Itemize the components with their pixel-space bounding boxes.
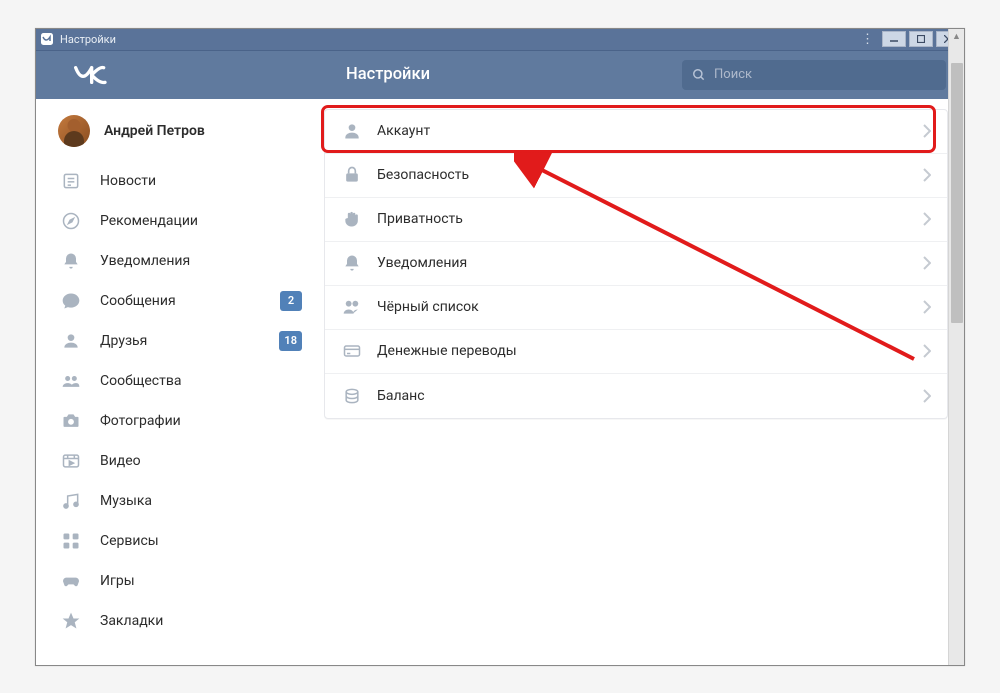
maximize-button[interactable] <box>909 31 933 47</box>
body-area: Андрей Петров Новости Рекомендации Уведо… <box>36 99 964 665</box>
compass-icon <box>60 210 82 232</box>
newspaper-icon <box>60 170 82 192</box>
lock-icon <box>341 164 363 186</box>
bell-icon <box>60 250 82 272</box>
chat-icon <box>60 290 82 312</box>
bell-icon <box>341 252 363 274</box>
setting-security[interactable]: Безопасность <box>325 154 947 198</box>
scroll-thumb[interactable] <box>951 63 963 323</box>
setting-account[interactable]: Аккаунт <box>325 110 947 154</box>
search-icon <box>692 68 706 82</box>
setting-label: Денежные переводы <box>377 343 517 359</box>
person-icon <box>341 120 363 142</box>
setting-label: Безопасность <box>377 167 469 183</box>
sidebar-item-recommendations[interactable]: Рекомендации <box>50 201 312 241</box>
setting-label: Чёрный список <box>377 299 479 315</box>
user-icon <box>60 330 82 352</box>
sidebar-item-label: Сервисы <box>100 533 159 549</box>
chevron-right-icon <box>923 168 931 182</box>
window-title: Настройки <box>60 33 858 46</box>
badge: 2 <box>280 291 302 311</box>
titlebar: Настройки ⋮ <box>36 29 964 51</box>
chevron-right-icon <box>923 344 931 358</box>
sidebar-item-notifications[interactable]: Уведомления <box>50 241 312 281</box>
sidebar-item-label: Игры <box>100 573 135 589</box>
card-icon <box>341 340 363 362</box>
minimize-button[interactable] <box>882 31 906 47</box>
video-icon <box>60 450 82 472</box>
sidebar-item-video[interactable]: Видео <box>50 441 312 481</box>
app-header: Настройки <box>36 51 964 99</box>
avatar <box>58 115 90 147</box>
sidebar-item-news[interactable]: Новости <box>50 161 312 201</box>
chevron-right-icon <box>923 256 931 270</box>
camera-icon <box>60 410 82 432</box>
profile-name: Андрей Петров <box>104 123 205 139</box>
badge: 18 <box>279 331 302 351</box>
setting-label: Уведомления <box>377 255 467 271</box>
chevron-right-icon <box>923 300 931 314</box>
sidebar-item-games[interactable]: Игры <box>50 561 312 601</box>
vk-logo[interactable] <box>74 65 134 85</box>
setting-money[interactable]: Денежные переводы <box>325 330 947 374</box>
music-icon <box>60 490 82 512</box>
scroll-up-icon[interactable]: ▲ <box>949 29 964 45</box>
sidebar-item-friends[interactable]: Друзья 18 <box>50 321 312 361</box>
sidebar-item-communities[interactable]: Сообщества <box>50 361 312 401</box>
gamepad-icon <box>60 570 82 592</box>
sidebar-item-messages[interactable]: Сообщения 2 <box>50 281 312 321</box>
sidebar-profile[interactable]: Андрей Петров <box>50 109 312 161</box>
setting-notifications[interactable]: Уведомления <box>325 242 947 286</box>
coins-icon <box>341 385 363 407</box>
setting-label: Аккаунт <box>377 123 430 139</box>
setting-blacklist[interactable]: Чёрный список <box>325 286 947 330</box>
chevron-right-icon <box>923 124 931 138</box>
app-window: Настройки ⋮ Настройки Андрей Петров <box>35 28 965 666</box>
sidebar-item-label: Сообщения <box>100 293 176 309</box>
sidebar-item-label: Рекомендации <box>100 213 198 229</box>
sidebar: Андрей Петров Новости Рекомендации Уведо… <box>36 99 324 665</box>
sidebar-item-photos[interactable]: Фотографии <box>50 401 312 441</box>
scrollbar[interactable]: ▲ <box>948 29 964 665</box>
sidebar-item-music[interactable]: Музыка <box>50 481 312 521</box>
setting-label: Баланс <box>377 388 425 404</box>
sidebar-item-services[interactable]: Сервисы <box>50 521 312 561</box>
grid-icon <box>60 530 82 552</box>
hand-icon <box>341 208 363 230</box>
setting-privacy[interactable]: Приватность <box>325 198 947 242</box>
content-area: Аккаунт Безопасность Приватность Уведомл… <box>324 99 964 665</box>
search-box[interactable] <box>682 60 946 90</box>
vk-app-icon <box>40 32 54 46</box>
chevron-right-icon <box>923 389 931 403</box>
setting-balance[interactable]: Баланс <box>325 374 947 418</box>
search-input[interactable] <box>714 67 936 82</box>
sidebar-item-label: Друзья <box>100 333 147 349</box>
chevron-right-icon <box>923 212 931 226</box>
sidebar-item-label: Сообщества <box>100 373 181 389</box>
settings-card: Аккаунт Безопасность Приватность Уведомл… <box>324 109 948 419</box>
sidebar-item-label: Фотографии <box>100 413 181 429</box>
sidebar-item-label: Видео <box>100 453 141 469</box>
setting-label: Приватность <box>377 211 463 227</box>
menu-dots-icon[interactable]: ⋮ <box>858 32 876 47</box>
sidebar-item-label: Музыка <box>100 493 152 509</box>
star-icon <box>60 610 82 632</box>
sidebar-item-label: Новости <box>100 173 156 189</box>
page-title: Настройки <box>346 65 430 84</box>
users-icon <box>60 370 82 392</box>
users-minus-icon <box>341 296 363 318</box>
sidebar-item-label: Закладки <box>100 613 163 629</box>
sidebar-item-bookmarks[interactable]: Закладки <box>50 601 312 641</box>
sidebar-item-label: Уведомления <box>100 253 190 269</box>
